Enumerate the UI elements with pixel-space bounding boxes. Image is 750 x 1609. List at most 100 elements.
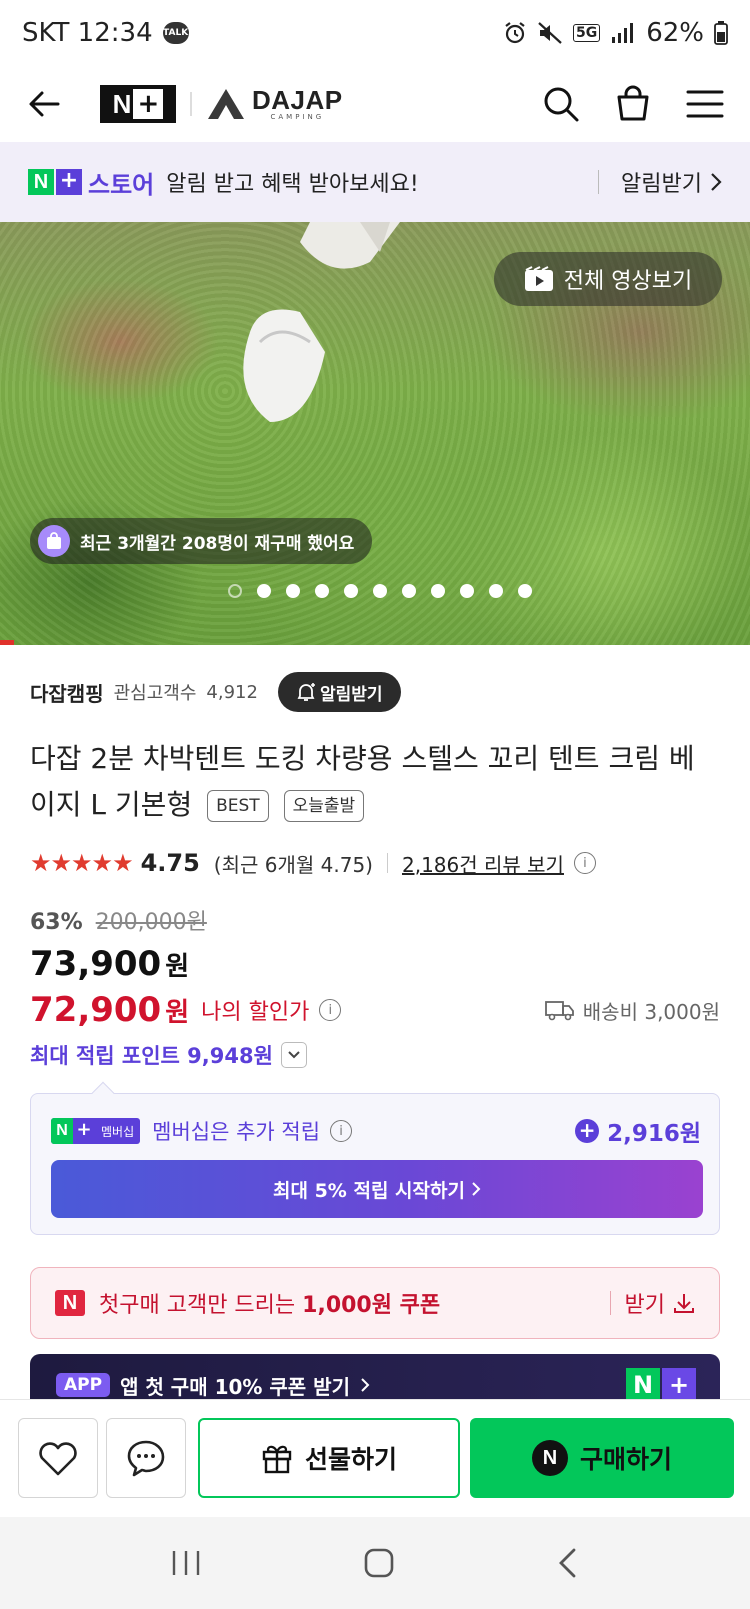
carrier-time: SKT 12:34 (22, 18, 153, 48)
banner-divider (598, 170, 600, 194)
talktalk-button[interactable] (106, 1418, 186, 1498)
status-left: SKT 12:34 TALK (22, 18, 189, 48)
seller-name[interactable]: 다잡캠핑 (30, 678, 104, 707)
first-purchase-coupon[interactable]: N 첫구매 고객만 드리는 1,000원 쿠폰 받기 (30, 1267, 720, 1339)
status-right: 5G 62% (503, 18, 728, 48)
naver-plus-logo[interactable]: N + (100, 85, 176, 123)
chevron-right-icon (472, 1182, 481, 1196)
rating-divider (386, 853, 388, 873)
notify-subscribe-link[interactable]: 알림받기 (621, 166, 722, 198)
menu-icon[interactable] (686, 88, 724, 120)
carousel-dot[interactable] (460, 584, 474, 598)
shipping-fee: 배송비 3,000원 (582, 999, 720, 1024)
coupon-divider (609, 1291, 611, 1315)
seller-alarm-button[interactable]: 알림받기 (277, 672, 401, 712)
max-points-row[interactable]: 최대 적립 포인트 9,948원 (30, 1040, 307, 1070)
app-header: N + DAJAP CAMPING (0, 66, 750, 142)
alarm-icon (505, 22, 525, 44)
mute-icon (538, 22, 562, 44)
carousel-dot[interactable] (373, 584, 387, 598)
rating-score: 4.75 (140, 849, 200, 877)
shopping-bag-icon[interactable] (614, 85, 652, 123)
star-rating-icon: ★★★★★ (30, 849, 134, 877)
coupon-download-label: 받기 (624, 1293, 665, 1318)
recent-apps-icon[interactable] (170, 1549, 202, 1577)
tag-today-shipping: 오늘출발 (283, 790, 365, 822)
product-image-carousel[interactable]: 전체 영상보기 최근 3개월간 208명이 재구매 했어요 (0, 222, 750, 645)
chevron-down-icon[interactable] (280, 1042, 307, 1068)
review-link[interactable]: 2,186건 리뷰 보기 (402, 849, 564, 878)
my-discount-price-unit: 원 (165, 998, 190, 1028)
home-icon[interactable] (363, 1547, 395, 1579)
membership-badge: N + 멤버십 (51, 1118, 141, 1144)
app-tag: APP (56, 1373, 111, 1397)
fans-count: 4,912 (206, 681, 258, 703)
app-logo-plus: + (662, 1368, 696, 1402)
fans-label: 관심고객수 (113, 683, 197, 704)
my-price-row: 72,900 원 나의 할인가 i 배송비 3,000원 (30, 990, 720, 1030)
sale-price-value: 73,900 (30, 944, 162, 984)
signal-icon (612, 23, 634, 43)
watch-full-video-label: 전체 영상보기 (563, 269, 693, 294)
store-badge-n: N (28, 169, 54, 195)
carousel-dot[interactable] (518, 584, 532, 598)
shipping-info: 배송비 3,000원 (544, 996, 720, 1025)
seller-row: 다잡캠핑 관심고객수 4,912 알림받기 (30, 670, 720, 714)
system-back-icon[interactable] (556, 1547, 580, 1579)
membership-badge-plus: + (76, 1119, 92, 1140)
battery-icon (714, 21, 728, 45)
gift-label: 선물하기 (304, 1445, 397, 1474)
membership-message: 멤버십은 추가 적립 (152, 1120, 321, 1144)
carousel-dot[interactable] (286, 584, 300, 598)
max-points-text: 최대 적립 포인트 9,948원 (30, 1044, 273, 1068)
carousel-dot[interactable] (431, 584, 445, 598)
coupon-download-button[interactable]: 받기 (625, 1287, 695, 1319)
membership-points: + 2,916원 (575, 1114, 701, 1148)
start-membership-button[interactable]: 최대 5% 적립 시작하기 (51, 1160, 703, 1218)
gift-button[interactable]: 선물하기 (198, 1418, 460, 1498)
my-discount-price-value: 72,900 (30, 990, 162, 1030)
carousel-dot[interactable] (344, 584, 358, 598)
start-membership-label: 최대 5% 적립 시작하기 (273, 1179, 465, 1202)
carousel-dot[interactable] (489, 584, 503, 598)
info-icon[interactable]: i (330, 1120, 353, 1142)
back-arrow-icon[interactable] (26, 86, 62, 122)
shopping-bag-badge-icon (38, 525, 70, 557)
membership-badge-text: 멤버십 (101, 1124, 135, 1139)
buy-button[interactable]: N 구매하기 (470, 1418, 734, 1498)
kakaotalk-notification-icon: TALK (162, 22, 189, 44)
info-icon[interactable]: i (573, 852, 596, 874)
video-play-icon (524, 266, 553, 291)
heart-icon (39, 1442, 77, 1476)
rebuy-text: 최근 3개월간 208명이 재구매 했어요 (80, 533, 355, 554)
plus-circle-icon: + (575, 1119, 600, 1143)
store-badge-plus: + (56, 169, 82, 195)
rating-recent: (최근 6개월 4.75) (213, 852, 373, 877)
carousel-dot[interactable] (257, 584, 271, 598)
dajap-brand-logo[interactable]: DAJAP CAMPING (206, 87, 343, 121)
gift-icon (262, 1445, 292, 1474)
video-progress-bar (0, 640, 14, 645)
search-icon[interactable] (542, 85, 580, 123)
brand-name: DAJAP (252, 85, 343, 115)
chevron-right-icon (361, 1378, 370, 1392)
store-notify-banner: N + 스토어 알림 받고 혜택 받아보세요! 알림받기 (0, 142, 750, 222)
carousel-dot[interactable] (402, 584, 416, 598)
carousel-dot[interactable] (315, 584, 329, 598)
membership-points-value: 2,916원 (607, 1121, 701, 1147)
rating-row: ★★★★★ 4.75 (최근 6개월 4.75) 2,186건 리뷰 보기 i (30, 846, 720, 880)
carousel-dot-video[interactable] (228, 584, 242, 598)
banner-message: 알림 받고 혜택 받아보세요! (166, 172, 419, 197)
chevron-right-icon (711, 173, 722, 191)
membership-box: N + 멤버십 멤버십은 추가 적립 i + 2,916원 최대 5% 적립 시… (30, 1081, 720, 1235)
naver-pay-n-icon: N (531, 1440, 568, 1476)
store-name: 스토어 (88, 170, 155, 199)
watch-full-video-button[interactable]: 전체 영상보기 (494, 252, 722, 306)
membership-header: N + 멤버십 멤버십은 추가 적립 i + 2,916원 (51, 1114, 701, 1148)
nplus-logo-n: N (112, 88, 132, 119)
car-tent-photo (243, 222, 400, 422)
membership-tooltip-arrow (91, 1081, 115, 1105)
bell-plus-icon (297, 683, 315, 701)
info-icon[interactable]: i (319, 999, 342, 1021)
wishlist-button[interactable] (18, 1418, 98, 1498)
